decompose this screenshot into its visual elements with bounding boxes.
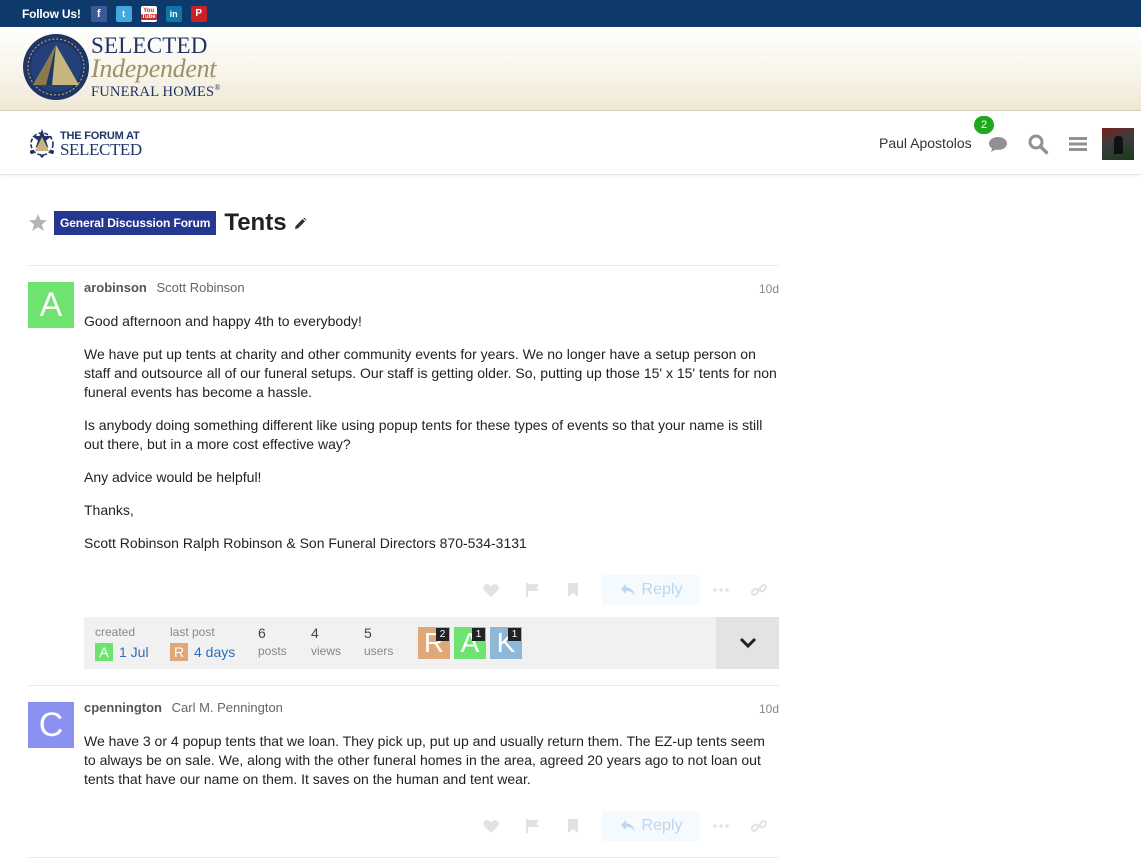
link-icon[interactable] bbox=[750, 817, 768, 835]
forum-emblem-icon bbox=[30, 129, 54, 158]
category-badge[interactable]: General Discussion Forum bbox=[54, 211, 217, 235]
notification-badge[interactable]: 2 bbox=[974, 116, 994, 134]
post-body: We have 3 or 4 popup tents that we loan.… bbox=[84, 732, 779, 803]
post-1: A arobinson Scott Robinson 10d Good afte… bbox=[28, 280, 779, 582]
forum-logo-line2: SELECTED bbox=[60, 140, 142, 159]
youtube-icon-top: You bbox=[143, 7, 155, 14]
topic-title-row: General Discussion Forum Tents bbox=[28, 208, 307, 238]
post-paragraph: Is anybody doing something different lik… bbox=[84, 417, 763, 452]
post-avatar[interactable]: C bbox=[28, 702, 74, 748]
users-count: 5 bbox=[364, 625, 372, 641]
selected-seal-logo[interactable] bbox=[22, 33, 90, 101]
post-meta: arobinson Scott Robinson bbox=[84, 280, 245, 295]
reply-icon bbox=[620, 584, 635, 596]
topic-map: created A 1 Jul last post R 4 days 6 pos… bbox=[84, 617, 779, 669]
topic-map-posts: 6 posts bbox=[258, 625, 287, 658]
post-1-actions: Reply bbox=[84, 575, 779, 605]
post-avatar[interactable]: A bbox=[28, 282, 74, 328]
reply-icon bbox=[620, 820, 635, 832]
post-age[interactable]: 10d bbox=[759, 282, 779, 296]
users-label: users bbox=[364, 644, 394, 658]
participant-post-count: 2 bbox=[436, 628, 449, 641]
post-paragraph: Good afternoon and happy 4th to everybod… bbox=[84, 313, 362, 329]
brand-wordmark[interactable]: SELECTED Independent FUNERAL HOMES® bbox=[91, 34, 221, 99]
participant-avatar[interactable]: K 1 bbox=[490, 627, 522, 659]
chat-bubble-icon[interactable] bbox=[987, 133, 1009, 155]
search-icon[interactable] bbox=[1027, 133, 1049, 155]
hamburger-menu-icon[interactable] bbox=[1067, 133, 1089, 155]
pencil-edit-icon[interactable] bbox=[293, 217, 307, 231]
registered-mark: ® bbox=[214, 83, 221, 92]
chevron-down-icon bbox=[739, 637, 756, 649]
participant-post-count: 1 bbox=[472, 628, 485, 641]
bookmark-icon[interactable] bbox=[564, 817, 582, 835]
reply-button[interactable]: Reply bbox=[602, 575, 700, 605]
last-post-date-link[interactable]: 4 days bbox=[194, 644, 235, 660]
participant-avatar[interactable]: A 1 bbox=[454, 627, 486, 659]
participant-post-count: 1 bbox=[508, 628, 521, 641]
post-paragraph: Any advice would be helpful! bbox=[84, 469, 262, 485]
reply-label: Reply bbox=[641, 817, 683, 834]
divider bbox=[28, 685, 779, 686]
post-age[interactable]: 10d bbox=[759, 702, 779, 716]
participant-avatar[interactable]: R 2 bbox=[418, 627, 450, 659]
heart-icon[interactable] bbox=[482, 581, 500, 599]
linkedin-icon[interactable]: in bbox=[165, 5, 182, 22]
post-username[interactable]: arobinson bbox=[84, 280, 147, 295]
created-date-link[interactable]: 1 Jul bbox=[119, 644, 149, 660]
topic-map-last-post: last post R 4 days bbox=[170, 625, 235, 661]
follow-bar: Follow Us! f t You Tube in P bbox=[0, 0, 1141, 27]
reply-button[interactable]: Reply bbox=[602, 811, 700, 841]
post-fullname: Carl M. Pennington bbox=[171, 700, 283, 715]
heart-icon[interactable] bbox=[482, 817, 500, 835]
reply-label: Reply bbox=[641, 581, 683, 598]
site-header: THE FORUM AT SELECTED Paul Apostolos bbox=[0, 111, 1141, 175]
brand-line-funeral-homes: FUNERAL HOMES® bbox=[91, 83, 221, 100]
more-options-icon[interactable] bbox=[712, 581, 730, 599]
views-label: views bbox=[311, 644, 342, 658]
topic-map-users: 5 users bbox=[364, 625, 393, 658]
brand-banner: SELECTED Independent FUNERAL HOMES® bbox=[0, 27, 1141, 111]
views-count: 4 bbox=[311, 625, 319, 641]
brand-line-independent: Independent bbox=[91, 54, 217, 83]
posts-count: 6 bbox=[258, 625, 266, 641]
post-meta: cpennington Carl M. Pennington bbox=[84, 700, 283, 715]
youtube-icon[interactable]: You Tube bbox=[140, 5, 157, 22]
user-avatar[interactable] bbox=[1102, 128, 1134, 160]
forum-logo[interactable]: THE FORUM AT SELECTED bbox=[28, 127, 158, 161]
post-fullname: Scott Robinson bbox=[156, 280, 245, 295]
pinterest-icon[interactable]: P bbox=[190, 5, 207, 22]
posts-label: posts bbox=[258, 644, 287, 658]
post-2: C cpennington Carl M. Pennington 10d We … bbox=[28, 700, 779, 803]
facebook-icon[interactable]: f bbox=[90, 5, 107, 22]
last-post-label: last post bbox=[170, 625, 215, 639]
topic-title: Tents bbox=[224, 209, 287, 236]
brand-line-funeral-homes-text: FUNERAL HOMES bbox=[91, 83, 215, 100]
post-username[interactable]: cpennington bbox=[84, 700, 162, 715]
topic-map-created: created A 1 Jul bbox=[95, 625, 149, 661]
current-username[interactable]: Paul Apostolos bbox=[879, 135, 972, 151]
twitter-icon[interactable]: t bbox=[115, 5, 132, 22]
divider bbox=[28, 265, 779, 266]
star-icon[interactable] bbox=[28, 213, 48, 233]
link-icon[interactable] bbox=[750, 581, 768, 599]
divider bbox=[28, 857, 779, 858]
created-avatar[interactable]: A bbox=[95, 643, 113, 661]
post-2-actions: Reply bbox=[84, 811, 779, 841]
bookmark-icon[interactable] bbox=[564, 581, 582, 599]
youtube-icon-bottom: Tube bbox=[140, 13, 157, 20]
more-options-icon[interactable] bbox=[712, 817, 730, 835]
last-post-avatar[interactable]: R bbox=[170, 643, 188, 661]
follow-us-label: Follow Us! bbox=[22, 6, 81, 21]
post-paragraph: We have 3 or 4 popup tents that we loan.… bbox=[84, 733, 765, 787]
created-label: created bbox=[95, 625, 136, 639]
post-paragraph: Scott Robinson Ralph Robinson & Son Fune… bbox=[84, 535, 527, 551]
post-paragraph: We have put up tents at charity and othe… bbox=[84, 346, 777, 400]
flag-icon[interactable] bbox=[524, 817, 542, 835]
topic-map-views: 4 views bbox=[311, 625, 341, 658]
post-body: Good afternoon and happy 4th to everybod… bbox=[84, 312, 779, 567]
expand-topic-map-button[interactable] bbox=[716, 617, 779, 669]
flag-icon[interactable] bbox=[524, 581, 542, 599]
post-paragraph: Thanks, bbox=[84, 502, 134, 518]
